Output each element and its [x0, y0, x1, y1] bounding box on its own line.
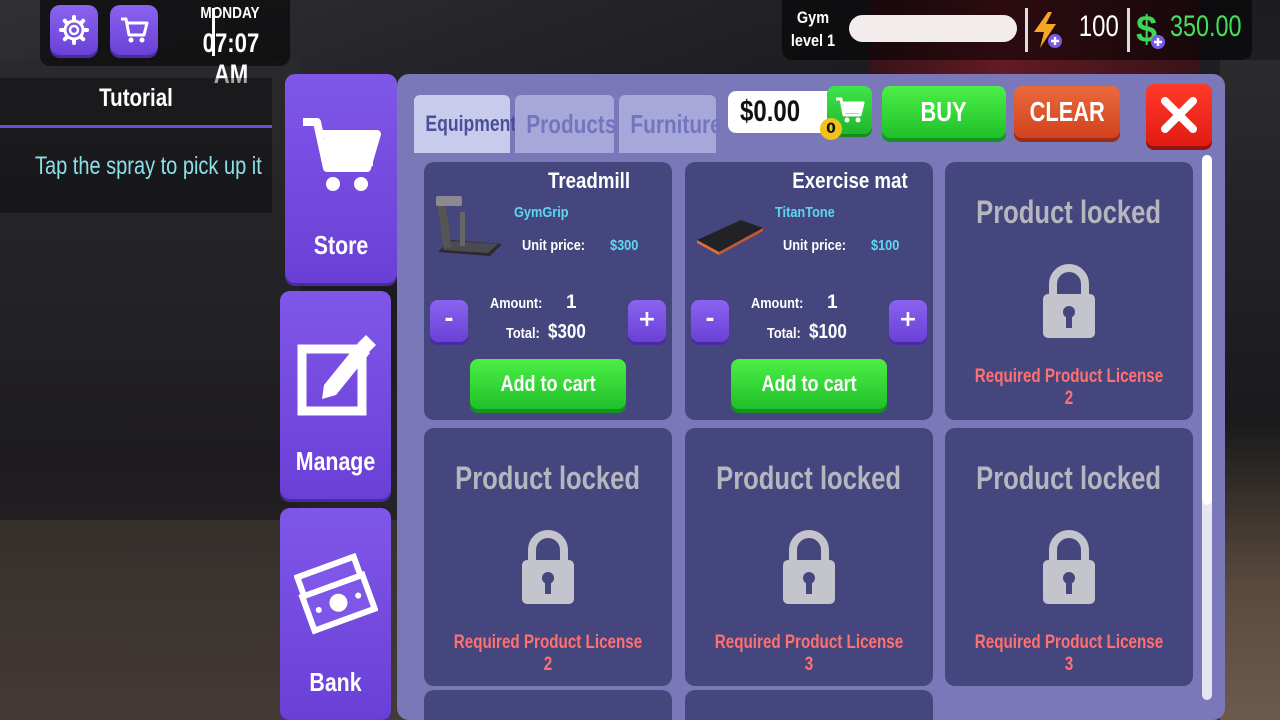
tab-furniture-label: Furniture	[630, 109, 722, 139]
locked-product-card: Product locked Required Product License …	[685, 428, 933, 686]
tutorial-title: Tutorial	[99, 84, 173, 112]
nav-manage-label: Manage	[295, 446, 376, 476]
increase-amount-button[interactable]: +	[628, 300, 666, 342]
energy-value: 100	[1078, 10, 1119, 43]
add-to-cart-button[interactable]: Add to cart	[470, 359, 626, 409]
locked-product-card: Product locked Required Product License …	[945, 428, 1193, 686]
total-value: $300	[548, 321, 586, 343]
increase-amount-button[interactable]: +	[889, 300, 927, 342]
hud-separator	[1025, 8, 1028, 52]
product-name: Treadmill	[547, 168, 631, 193]
locked-title: Product locked	[976, 194, 1162, 230]
tab-furniture[interactable]: Furniture	[619, 95, 722, 153]
cart-total-value: $0.00	[740, 95, 801, 128]
day-label: MONDAY	[200, 5, 260, 22]
product-card-partial	[424, 690, 672, 720]
nav-store-label: Store	[313, 230, 369, 260]
nav-bank-label: Bank	[309, 667, 362, 697]
scrollbar-thumb[interactable]	[1202, 155, 1212, 505]
gear-icon	[59, 15, 89, 45]
dollar-icon: $	[1136, 9, 1165, 51]
tab-equipment[interactable]: Equipment	[414, 95, 516, 153]
lock-icon	[783, 530, 835, 604]
total-value: $100	[809, 321, 847, 343]
add-to-cart-label: Add to cart	[761, 371, 857, 396]
buy-label: BUY	[920, 96, 968, 127]
cart-icon	[121, 17, 149, 43]
gym-level-line1: Gym	[796, 8, 830, 27]
buy-button[interactable]: BUY	[882, 86, 1006, 138]
total-label: Total:	[767, 325, 801, 342]
amount-label: Amount:	[490, 295, 543, 312]
locked-requirement: Required Product License 3	[974, 632, 1164, 675]
unit-price-label: Unit price:	[522, 237, 586, 254]
locked-title: Product locked	[455, 460, 641, 496]
xp-progress-bar	[849, 15, 1017, 42]
treadmill-image	[436, 196, 502, 256]
close-button[interactable]	[1146, 84, 1212, 146]
exercise-mat-image	[697, 220, 763, 255]
background-right	[1220, 60, 1280, 720]
nav-store-button[interactable]: Store	[285, 74, 397, 283]
decrease-amount-button[interactable]: -	[430, 300, 468, 342]
lightning-icon	[1034, 12, 1062, 48]
lock-icon	[522, 530, 574, 604]
tab-products[interactable]: Products	[515, 95, 617, 153]
cart-count-badge: 0	[820, 118, 842, 140]
clear-label: CLEAR	[1029, 96, 1105, 127]
tab-equipment-label: Equipment	[425, 111, 517, 136]
product-name: Exercise mat	[792, 168, 908, 193]
energy-plus-button[interactable]	[1030, 10, 1064, 54]
locked-title: Product locked	[976, 460, 1162, 496]
close-icon	[1161, 97, 1197, 133]
shop-cart-button[interactable]	[110, 5, 158, 55]
amount-label: Amount:	[751, 295, 804, 312]
amount-value: 1	[566, 292, 577, 313]
edit-icon	[297, 335, 376, 416]
tutorial-divider	[0, 125, 272, 128]
banknotes-icon	[294, 552, 378, 635]
settings-button[interactable]	[50, 5, 98, 55]
unit-price-label: Unit price:	[783, 237, 847, 254]
unit-price-value: $300	[610, 237, 639, 254]
amount-value: 1	[827, 292, 838, 313]
add-to-cart-label: Add to cart	[500, 371, 596, 396]
money-value: 350.00	[1170, 10, 1242, 43]
locked-product-card: Product locked Required Product License …	[424, 428, 672, 686]
hud-separator	[1127, 8, 1130, 52]
unit-price-value: $100	[871, 237, 900, 254]
tab-products-label: Products	[526, 109, 617, 139]
product-card-treadmill: Treadmill GymGrip Unit price: $300 - Amo…	[424, 162, 672, 420]
gym-level-label: Gym level 1	[787, 6, 840, 52]
product-card-exercise-mat: Exercise mat TitanTone Unit price: $100 …	[685, 162, 933, 420]
product-brand: TitanTone	[775, 204, 835, 221]
lock-icon	[1043, 530, 1095, 604]
decrease-amount-button[interactable]: -	[691, 300, 729, 342]
lock-icon	[1043, 264, 1095, 338]
locked-title: Product locked	[716, 460, 902, 496]
gym-level-line2: level 1	[790, 31, 836, 50]
locked-requirement: Required Product License 2	[453, 632, 643, 675]
product-card-partial	[685, 690, 933, 720]
total-label: Total:	[506, 325, 540, 342]
locked-requirement: Required Product License 3	[714, 632, 904, 675]
product-scrollbar[interactable]	[1202, 155, 1212, 700]
cart-icon	[303, 118, 381, 191]
tutorial-text: Tap the spray to pick up it	[35, 152, 262, 180]
clear-button[interactable]: CLEAR	[1014, 86, 1120, 138]
money-plus-button[interactable]: $	[1134, 8, 1168, 56]
add-to-cart-button[interactable]: Add to cart	[731, 359, 887, 409]
product-brand: GymGrip	[514, 204, 569, 221]
locked-requirement: Required Product License 2	[974, 366, 1164, 409]
locked-product-card: Product locked Required Product License …	[945, 162, 1193, 420]
nav-bank-button[interactable]: Bank	[280, 508, 391, 720]
nav-manage-button[interactable]: Manage	[280, 291, 391, 499]
